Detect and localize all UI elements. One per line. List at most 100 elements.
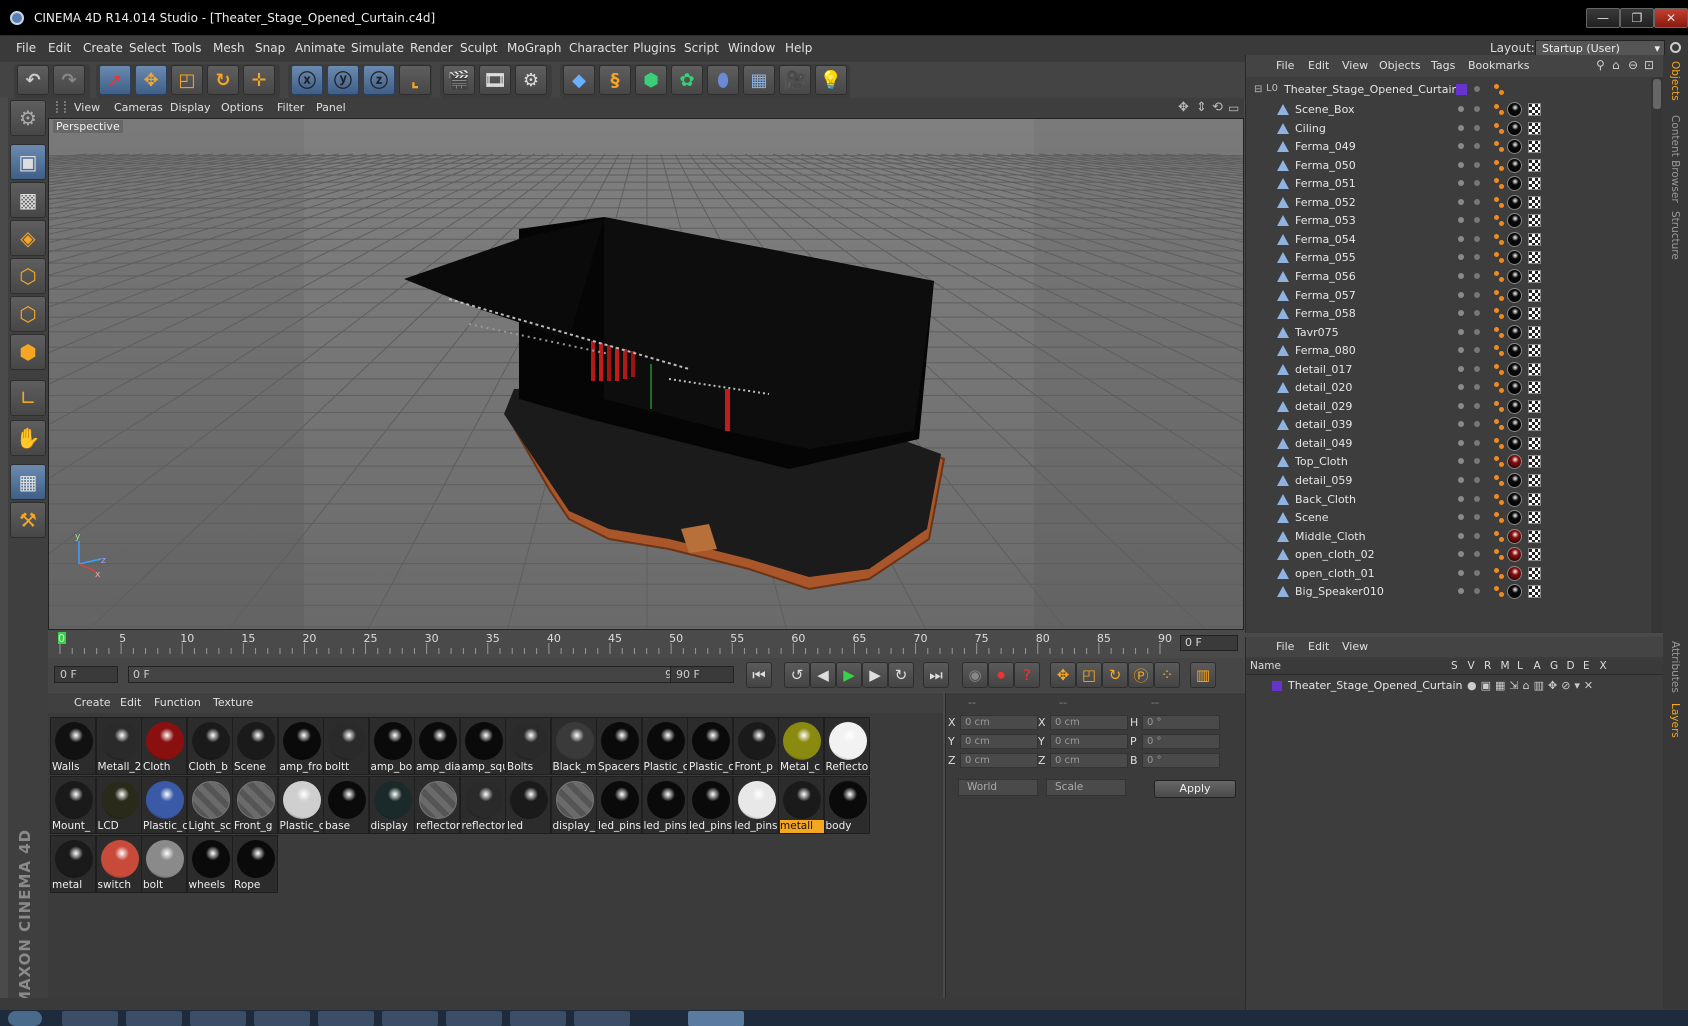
uvw-tag-icon[interactable] xyxy=(1528,158,1541,172)
layer-name-column[interactable]: Name xyxy=(1250,660,1281,672)
workplane-lock-icon[interactable]: ⚒ xyxy=(10,502,46,538)
editor-visibility-dot[interactable] xyxy=(1458,458,1464,465)
auto-key-icon[interactable]: ⏺ xyxy=(988,662,1014,688)
editor-visibility-dot[interactable] xyxy=(1458,588,1464,595)
key-parameter-icon[interactable]: Ⓟ xyxy=(1128,662,1154,688)
object-row[interactable]: Ferma_054 xyxy=(1246,230,1651,250)
previous-key-icon[interactable]: ↺ xyxy=(784,662,810,688)
uvw-tag-icon[interactable] xyxy=(1528,103,1541,116)
coord-value-field[interactable]: 0 cm xyxy=(1050,734,1128,749)
viewport-menu-options[interactable]: Options xyxy=(221,101,263,114)
phong-tag-icon[interactable] xyxy=(1494,567,1504,581)
uvw-tag-icon[interactable] xyxy=(1528,140,1541,154)
search-icon[interactable] xyxy=(1670,42,1681,53)
material-swatch[interactable]: base xyxy=(323,776,369,834)
phong-tag-icon[interactable] xyxy=(1494,270,1504,284)
editor-visibility-dot[interactable] xyxy=(1458,310,1464,317)
phong-tag-icon[interactable] xyxy=(1494,493,1504,507)
menu-window[interactable]: Window xyxy=(728,41,775,55)
material-swatch[interactable]: Bolts xyxy=(505,717,551,775)
menu-script[interactable]: Script xyxy=(684,41,719,55)
material-swatch[interactable]: Walls xyxy=(50,717,96,775)
uvw-tag-icon[interactable] xyxy=(1528,566,1541,580)
render-visibility-dot[interactable] xyxy=(1474,347,1480,354)
object-row[interactable]: Middle_Cloth xyxy=(1246,527,1651,547)
uvw-tag-icon[interactable] xyxy=(1528,325,1541,339)
phong-tag-icon[interactable] xyxy=(1494,418,1504,432)
material-swatch[interactable]: Metall_2 xyxy=(95,717,142,775)
editor-visibility-dot[interactable] xyxy=(1458,514,1464,521)
phong-tag-icon[interactable] xyxy=(1494,251,1504,265)
phong-tag-icon[interactable] xyxy=(1494,363,1504,377)
material-tag-icon[interactable] xyxy=(1507,417,1522,433)
material-tag-icon[interactable] xyxy=(1507,491,1522,507)
uvw-tag-icon[interactable] xyxy=(1528,214,1541,228)
material-menu-function[interactable]: Function xyxy=(154,696,201,709)
menu-select[interactable]: Select xyxy=(129,41,166,55)
render-view-icon[interactable]: 🎬 xyxy=(443,65,475,95)
maximize-button[interactable]: ❐ xyxy=(1620,8,1654,28)
material-tag-icon[interactable] xyxy=(1507,398,1522,414)
uvw-tag-icon[interactable] xyxy=(1528,399,1541,413)
render-settings-icon[interactable]: ⚙ xyxy=(515,65,547,95)
uvw-tag-icon[interactable] xyxy=(1528,344,1541,358)
material-tag-icon[interactable] xyxy=(1507,268,1522,284)
editor-visibility-dot[interactable] xyxy=(1458,143,1464,150)
uvw-tag-icon[interactable] xyxy=(1528,418,1541,432)
material-tag-icon[interactable] xyxy=(1507,120,1522,136)
layer-flag-column[interactable]: V xyxy=(1468,660,1475,672)
phong-tag-icon[interactable] xyxy=(1494,159,1504,173)
live-selection-icon[interactable]: ➚ xyxy=(99,65,131,95)
material-swatch[interactable]: body xyxy=(823,776,870,834)
material-swatch[interactable]: Light_sc xyxy=(186,776,233,834)
object-row[interactable]: Ciling xyxy=(1246,119,1651,139)
key-position-icon[interactable]: ✥ xyxy=(1050,662,1076,688)
uvw-tag-icon[interactable] xyxy=(1528,585,1541,599)
material-swatch[interactable]: bolt xyxy=(141,835,187,893)
material-swatch[interactable]: Rope xyxy=(232,835,278,893)
object-row[interactable]: Ferma_051 xyxy=(1246,174,1651,194)
menu-snap[interactable]: Snap xyxy=(255,41,285,55)
object-row[interactable]: open_cloth_02 xyxy=(1246,545,1651,565)
layer-flag-column[interactable]: E xyxy=(1583,660,1590,672)
current-frame-field[interactable]: 0 F xyxy=(1180,635,1238,651)
coordinate-system-icon[interactable]: ⌞ xyxy=(399,65,431,95)
layer-flag-column[interactable]: X xyxy=(1600,660,1607,672)
deformer-icon[interactable]: ⬮ xyxy=(707,65,739,95)
phong-tag-icon[interactable] xyxy=(1494,400,1504,414)
editor-visibility-dot[interactable] xyxy=(1458,161,1464,168)
material-swatch[interactable]: Plastic_c xyxy=(277,776,324,834)
start-button[interactable] xyxy=(8,1011,42,1026)
render-visibility-dot[interactable] xyxy=(1474,310,1480,317)
menu-edit[interactable]: Edit xyxy=(48,41,71,55)
next-key-icon[interactable]: ↻ xyxy=(888,662,914,688)
phong-tag-icon[interactable] xyxy=(1494,437,1504,451)
phong-tag-icon[interactable] xyxy=(1494,326,1504,340)
render-visibility-dot[interactable] xyxy=(1474,551,1480,558)
object-row[interactable]: detail_029 xyxy=(1246,397,1651,417)
object-menu-bookmarks[interactable]: Bookmarks xyxy=(1468,59,1529,72)
rotate-tool-icon[interactable]: ↻ xyxy=(207,65,239,95)
phong-tag-icon[interactable] xyxy=(1494,585,1504,599)
object-menu-tags[interactable]: Tags xyxy=(1431,59,1455,72)
object-menu-file[interactable]: File xyxy=(1276,59,1294,72)
render-visibility-dot[interactable] xyxy=(1474,291,1480,298)
material-tag-icon[interactable] xyxy=(1507,287,1522,303)
object-row[interactable]: Ferma_052 xyxy=(1246,193,1651,213)
material-tag-icon[interactable] xyxy=(1507,565,1522,581)
key-pla-icon[interactable]: ⁘ xyxy=(1154,662,1180,688)
taskbar-app-6[interactable] xyxy=(382,1011,438,1026)
material-tag-icon[interactable] xyxy=(1507,213,1522,229)
tab-content-browser[interactable]: Content Browser xyxy=(1669,115,1681,203)
phong-tag-icon[interactable] xyxy=(1494,474,1504,488)
material-swatch[interactable]: Front_g xyxy=(232,776,278,834)
key-rotation-icon[interactable]: ↻ xyxy=(1102,662,1128,688)
material-tag-icon[interactable] xyxy=(1507,380,1522,396)
material-swatch[interactable]: Plastic_c xyxy=(141,776,187,834)
coord-value-field[interactable]: 0 ° xyxy=(1142,734,1220,749)
collapse-icon[interactable]: ⊟ xyxy=(1254,84,1262,95)
cube-primitive-icon[interactable]: ◆ xyxy=(563,65,595,95)
uvw-tag-icon[interactable] xyxy=(1528,511,1541,525)
material-tag-icon[interactable] xyxy=(1507,102,1522,117)
coord-value-field[interactable]: 0 cm xyxy=(960,753,1038,768)
